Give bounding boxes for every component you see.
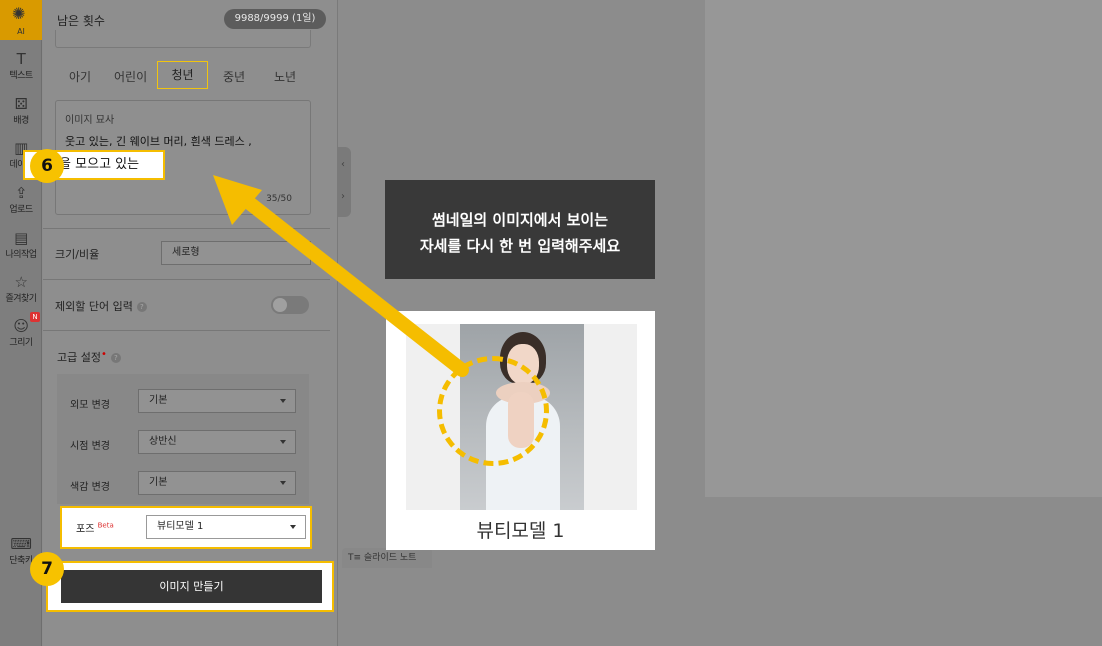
arrow-shaft — [231, 187, 469, 377]
pointer-arrow — [213, 175, 469, 377]
